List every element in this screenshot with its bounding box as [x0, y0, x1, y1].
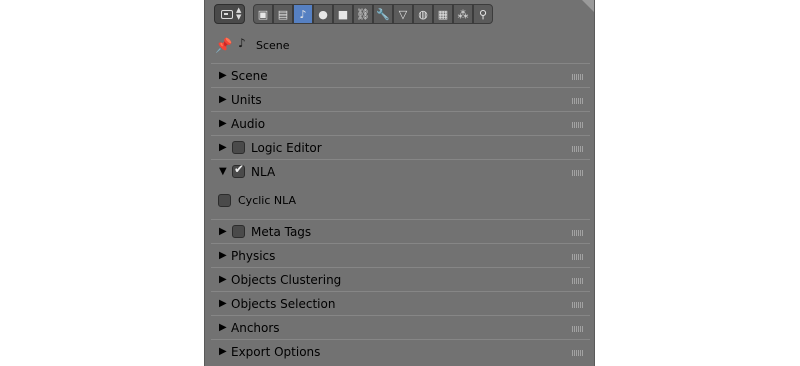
cyclic-nla-checkbox[interactable] [218, 194, 231, 207]
chevron-updown-icon: ▲ ▼ [236, 6, 242, 21]
context-tabs: ▣ ▤ ♪ ● ■ ⛓ 🔧 ▽ ◍ ▦ ⁂ ⚲ [253, 4, 493, 24]
expand-arrow-icon: ▶ [219, 94, 227, 105]
render-icon: ▣ [257, 7, 269, 21]
panel-enable-checkbox[interactable] [232, 141, 245, 154]
particles-icon: ⁂ [457, 7, 469, 21]
panel-label: Logic Editor [251, 141, 322, 155]
expand-arrow-icon: ▶ [219, 70, 227, 81]
data-icon: ▽ [398, 7, 408, 21]
scene-tab[interactable]: ♪ [293, 4, 313, 24]
physics-tab[interactable]: ⚲ [473, 4, 493, 24]
panel-enable-checkbox[interactable] [232, 225, 245, 238]
expand-arrow-icon: ▶ [219, 118, 227, 129]
scene-icon: ♪ [299, 7, 307, 21]
drag-grip-icon[interactable] [572, 74, 584, 80]
constraints-icon: ⛓ [356, 7, 370, 21]
panel-header-audio[interactable]: ▶ Audio [211, 111, 590, 135]
drag-grip-icon[interactable] [572, 278, 584, 284]
render-layers-tab[interactable]: ▤ [273, 4, 293, 24]
texture-icon: ▦ [437, 7, 449, 21]
render-tab[interactable]: ▣ [253, 4, 273, 24]
cyclic-nla-label: Cyclic NLA [238, 194, 297, 207]
panel-header-physics[interactable]: ▶ Physics [211, 243, 590, 267]
panel-label: Export Options [231, 345, 321, 359]
expand-arrow-icon: ▶ [219, 226, 227, 237]
panel-header-objects-selection[interactable]: ▶ Objects Selection [211, 291, 590, 315]
material-icon: ◍ [418, 7, 428, 21]
context-path: 📌 ♪ Scene [205, 34, 594, 58]
drag-grip-icon[interactable] [572, 350, 584, 356]
checkmark-icon: ✔ [234, 162, 245, 176]
panel-enable-checkbox[interactable]: ✔ [232, 162, 245, 178]
editor-type-button[interactable]: ▲ ▼ [214, 4, 245, 24]
world-tab[interactable]: ● [313, 4, 333, 24]
world-icon: ● [318, 7, 328, 21]
panel-header-scene[interactable]: ▶ Scene [211, 63, 590, 87]
panel-label: Physics [231, 249, 276, 263]
particles-tab[interactable]: ⁂ [453, 4, 473, 24]
expand-arrow-icon: ▶ [219, 346, 227, 357]
drag-grip-icon[interactable] [572, 98, 584, 104]
panel-header-meta-tags[interactable]: ▶ Meta Tags [211, 219, 590, 243]
panel-label: Objects Clustering [231, 273, 342, 287]
drag-grip-icon[interactable] [572, 146, 584, 152]
panel-label: Scene [231, 69, 268, 83]
constraints-tab[interactable]: ⛓ [353, 4, 373, 24]
drag-grip-icon[interactable] [572, 170, 584, 176]
panel-label: Anchors [231, 321, 280, 335]
pin-icon[interactable]: 📌 [215, 38, 232, 54]
panel-header-units[interactable]: ▶ Units [211, 87, 590, 111]
panel-label: NLA [251, 165, 276, 179]
object-tab[interactable]: ■ [333, 4, 353, 24]
panel-header-objects-clustering[interactable]: ▶ Objects Clustering [211, 267, 590, 291]
expand-arrow-icon: ▶ [219, 298, 227, 309]
data-tab[interactable]: ▽ [393, 4, 413, 24]
panel-label: Objects Selection [231, 297, 336, 311]
collapse-arrow-icon: ▼ [219, 166, 227, 177]
nla-panel-body: Cyclic NLA [211, 182, 590, 218]
panel-label: Meta Tags [251, 225, 312, 239]
panel-header-anchors[interactable]: ▶ Anchors [211, 315, 590, 339]
properties-editor: ▲ ▼ ▣ ▤ ♪ ● ■ ⛓ 🔧 ▽ ◍ ▦ ⁂ ⚲ 📌 ♪ Scene ▶ S… [204, 0, 595, 366]
expand-arrow-icon: ▶ [219, 274, 227, 285]
panel-header-nla[interactable]: ▼ ✔ NLA [211, 159, 590, 183]
texture-tab[interactable]: ▦ [433, 4, 453, 24]
panel-label: Units [231, 93, 262, 107]
modifiers-icon: 🔧 [376, 7, 390, 21]
scene-data-icon: ♪ [238, 36, 246, 50]
object-icon: ■ [337, 7, 349, 21]
panel-label: Audio [231, 117, 266, 131]
expand-arrow-icon: ▶ [219, 322, 227, 333]
expand-arrow-icon: ▶ [219, 250, 227, 261]
modifiers-tab[interactable]: 🔧 [373, 4, 393, 24]
drag-grip-icon[interactable] [572, 326, 584, 332]
panel-header-export-options[interactable]: ▶ Export Options [211, 339, 590, 363]
context-label: Scene [256, 39, 290, 52]
drag-grip-icon[interactable] [572, 122, 584, 128]
header-toolbar: ▲ ▼ ▣ ▤ ♪ ● ■ ⛓ 🔧 ▽ ◍ ▦ ⁂ ⚲ [205, 0, 594, 28]
render-layers-icon: ▤ [277, 7, 289, 21]
drag-grip-icon[interactable] [572, 302, 584, 308]
material-tab[interactable]: ◍ [413, 4, 433, 24]
editor-type-icon [221, 10, 233, 19]
panel-header-logic-editor[interactable]: ▶ Logic Editor [211, 135, 590, 159]
drag-grip-icon[interactable] [572, 254, 584, 260]
expand-arrow-icon: ▶ [219, 142, 227, 153]
drag-grip-icon[interactable] [572, 230, 584, 236]
physics-icon: ⚲ [478, 7, 488, 21]
